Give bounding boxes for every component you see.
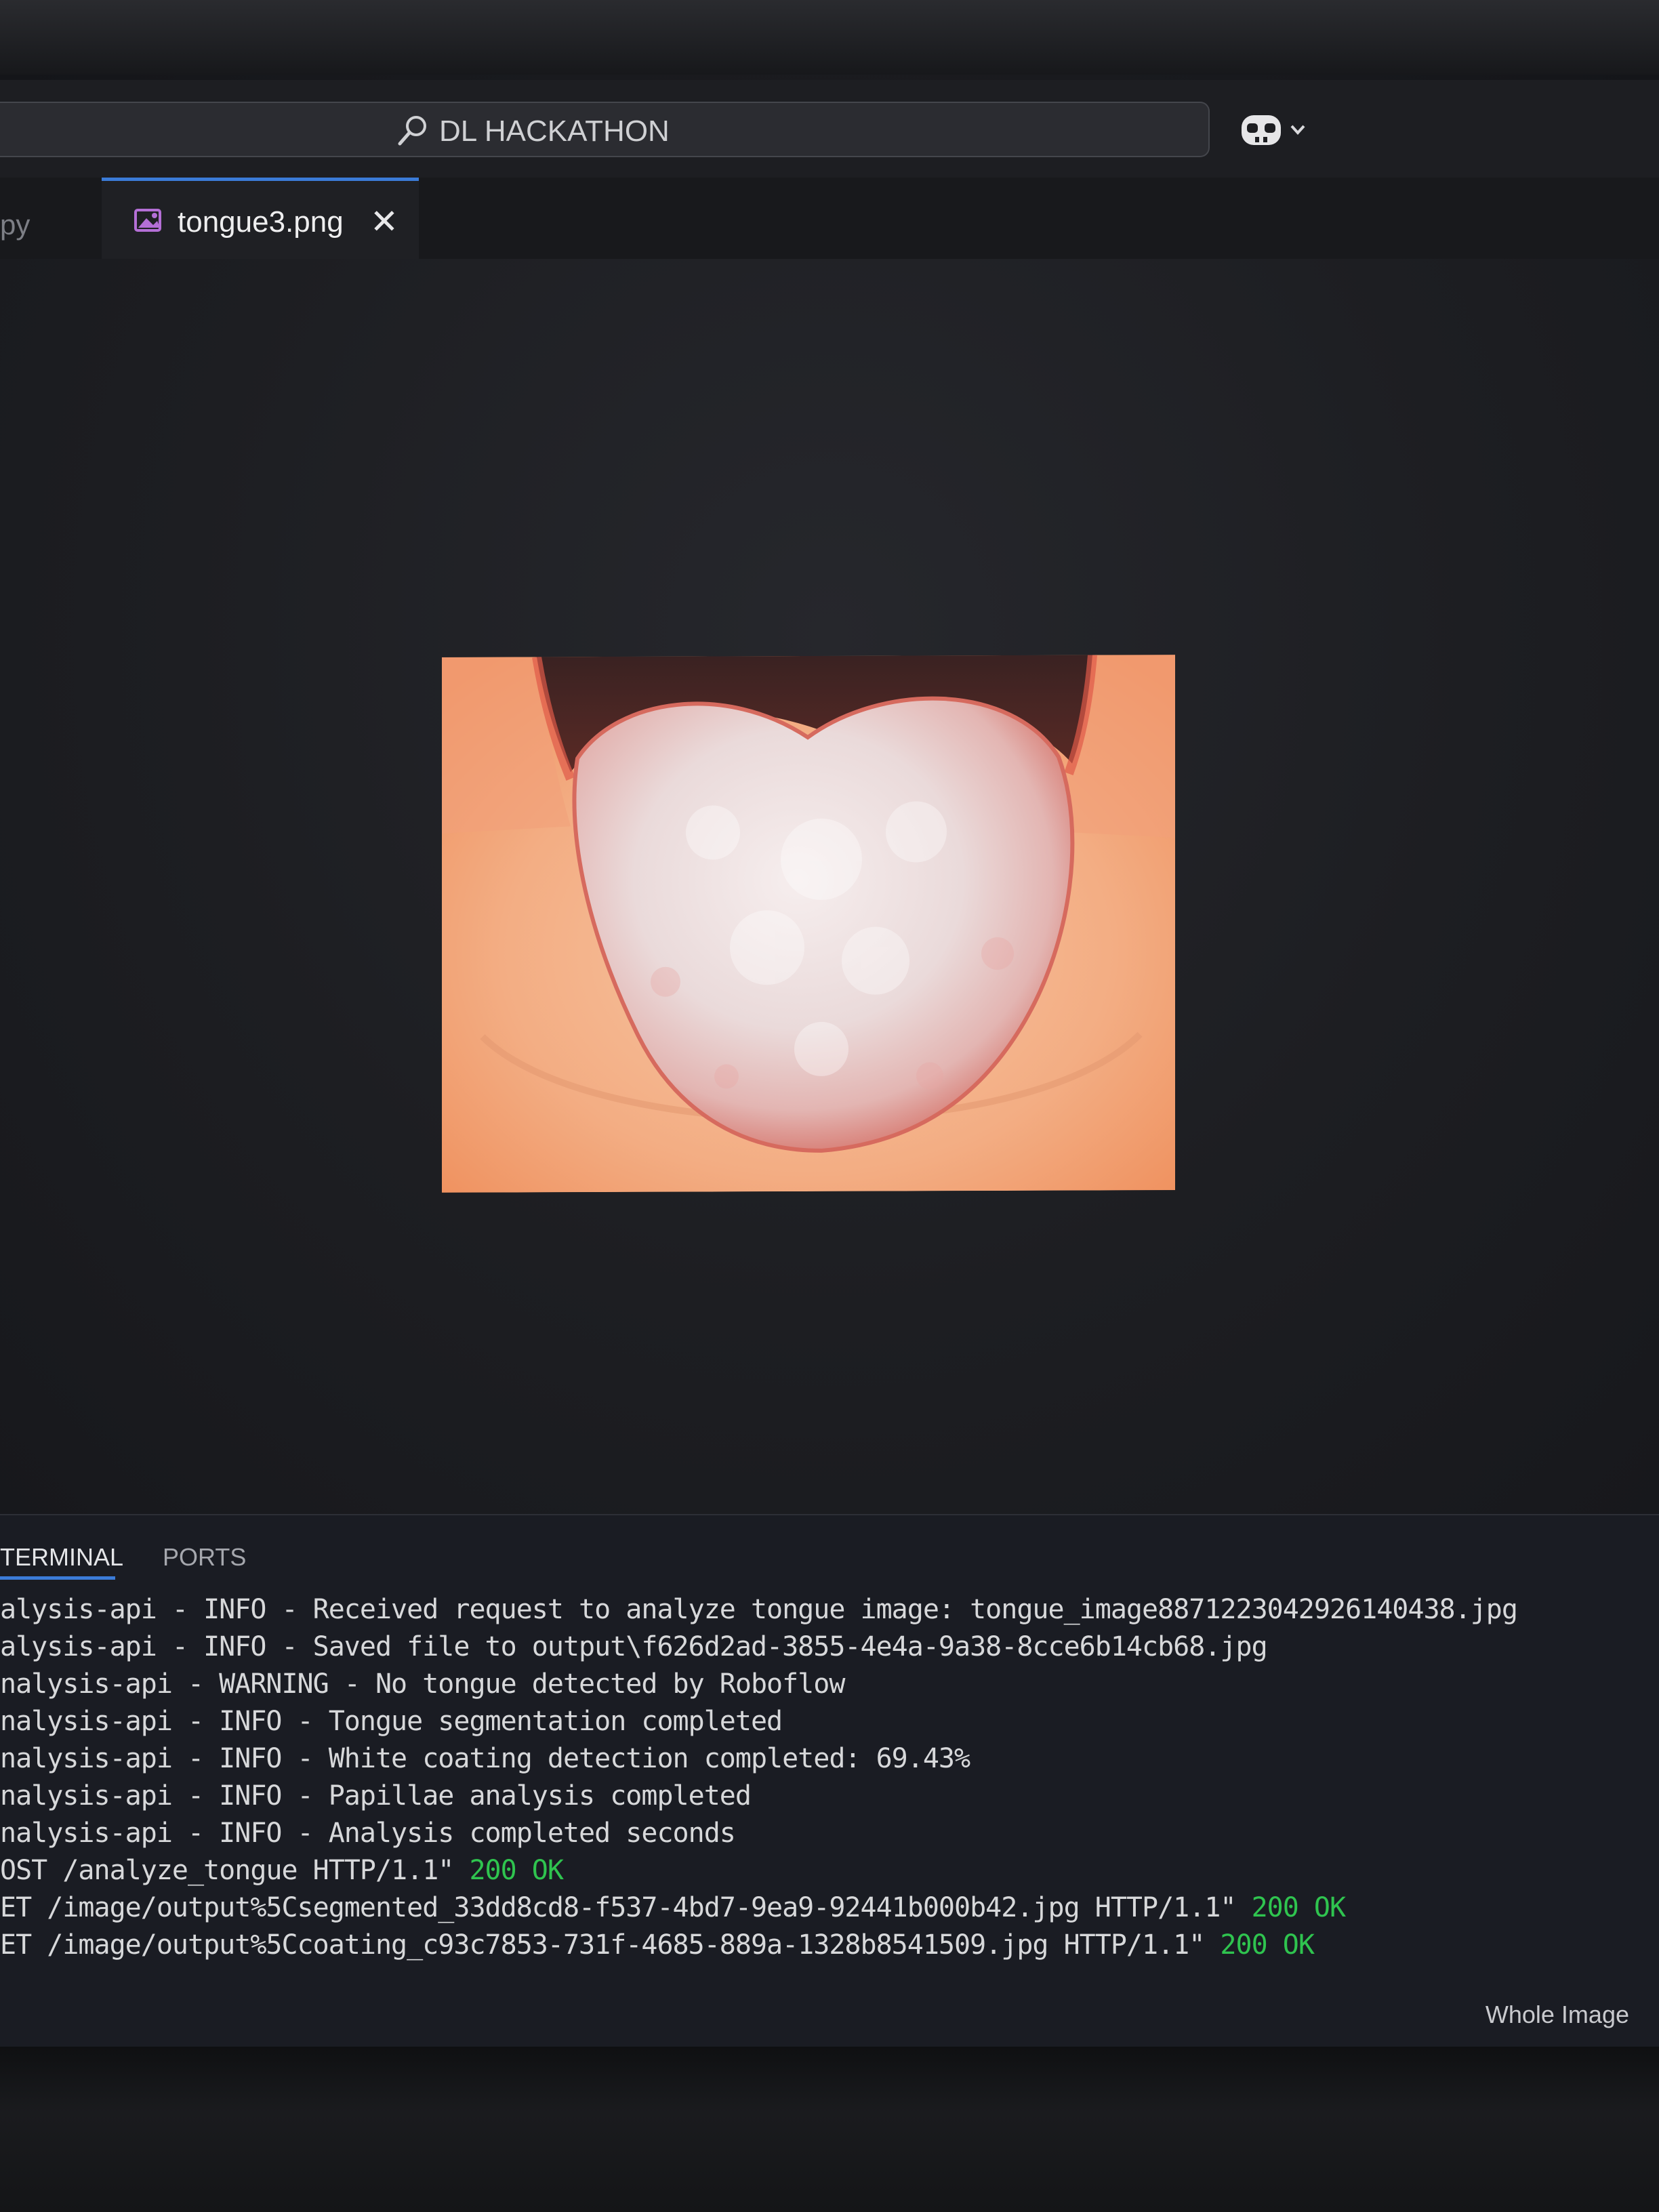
monitor-logo — [434, 2087, 637, 2155]
search-icon[interactable] — [394, 112, 430, 148]
terminal-line: ET /image/output%5Csegmented_33dd8cd8-f5… — [0, 1892, 1346, 1923]
status-ok: 200 OK — [1251, 1892, 1346, 1923]
terminal-line: alysis-api - INFO - Received request to … — [0, 1594, 1518, 1625]
monitor-bezel-bottom — [0, 2047, 1659, 2212]
tab-ports[interactable]: PORTS — [163, 1540, 246, 1575]
monitor-bezel-top — [0, 0, 1659, 75]
tongue-photo — [442, 655, 1175, 1193]
terminal-line: alysis-api - INFO - Saved file to output… — [0, 1631, 1268, 1662]
terminal-line: nalysis-api - INFO - Tongue segmentation… — [0, 1706, 783, 1737]
tongue-image-preview[interactable] — [442, 655, 1175, 1193]
tab-label: tongue3.png — [178, 205, 344, 239]
close-icon[interactable]: ✕ — [369, 205, 400, 239]
chevron-down-icon[interactable] — [1288, 119, 1308, 140]
terminal-line: nalysis-api - INFO - Papillae analysis c… — [0, 1780, 752, 1811]
photo-of-screen: DL HACKATHON py tongue3.png ✕ TERMINAL P… — [0, 0, 1659, 2212]
image-zoom-status[interactable]: Whole Image — [1486, 1998, 1629, 2032]
terminal-output[interactable]: alysis-api - INFO - Received request to … — [0, 1591, 1659, 1964]
tab-previous-file[interactable]: py — [0, 198, 30, 252]
status-ok: 200 OK — [469, 1855, 563, 1886]
status-ok: 200 OK — [1220, 1929, 1314, 1961]
terminal-line: nalysis-api - WARNING - No tongue detect… — [0, 1668, 845, 1700]
active-tab-indicator — [0, 1576, 115, 1580]
terminal-line: nalysis-api - INFO - Analysis completed … — [0, 1818, 736, 1849]
terminal-line: OST /analyze_tongue HTTP/1.1" 200 OK — [0, 1855, 564, 1886]
terminal-line: ET /image/output%5Ccoating_c93c7853-731f… — [0, 1929, 1315, 1961]
copilot-icon[interactable] — [1237, 108, 1285, 152]
tab-terminal[interactable]: TERMINAL — [0, 1540, 123, 1575]
workspace-title[interactable]: DL HACKATHON — [439, 112, 670, 150]
image-file-icon — [134, 209, 161, 232]
terminal-line: nalysis-api - INFO - White coating detec… — [0, 1743, 970, 1774]
